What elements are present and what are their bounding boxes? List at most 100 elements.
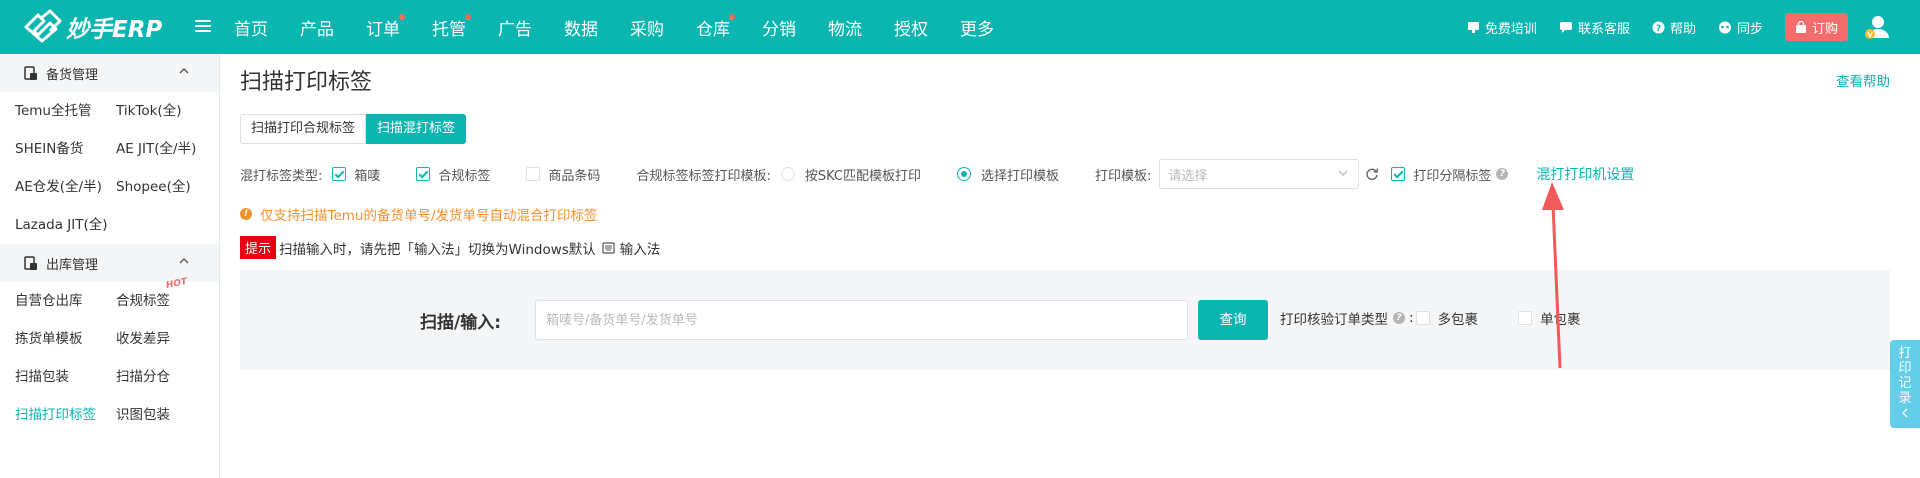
scan-input[interactable] — [535, 300, 1188, 340]
page-title: 扫描打印标签 — [240, 70, 373, 95]
sidebar-item-compliance-label[interactable]: 合规标签 HOT — [116, 277, 217, 320]
checkbox-single-package[interactable]: 单包裹 — [1518, 308, 1581, 328]
radio-match-by-skc[interactable]: 按SKC匹配模板打印 — [780, 165, 921, 184]
sidebar-item-receipt-difference[interactable]: 收发差异 — [116, 320, 217, 358]
mixed-printer-settings-link[interactable]: 混打打印机设置 — [1536, 164, 1634, 184]
nav-item-ads[interactable]: 广告 — [498, 15, 532, 40]
notification-dot — [399, 13, 405, 20]
nav-item-warehouse[interactable]: 仓库 — [696, 13, 735, 40]
sync-icon — [1718, 21, 1731, 33]
sidebar-item-image-packing[interactable]: 识图包装 — [116, 396, 217, 434]
print-options-row: 混打标签类型: 箱唛 合规标签 商品条码 合规标签标签打印模板: 按SKC匹配模… — [240, 157, 1634, 191]
sync-link[interactable]: 同步 — [1718, 18, 1763, 37]
main-content: 扫描打印标签 查看帮助 扫描打印合规标签 扫描混打标签 混打标签类型: 箱唛 合… — [220, 54, 1920, 478]
sidebar-group-title: 出库管理 — [46, 257, 99, 273]
query-button[interactable]: 查询 — [1198, 300, 1268, 340]
checkbox-icon — [332, 167, 347, 181]
sidebar-item-self-warehouse-outbound[interactable]: 自营仓出库 — [15, 282, 116, 320]
header-toolbar: 免费培训 联系客服 ? 帮助 同步 订购 V — [1467, 0, 1920, 54]
nav-item-orders[interactable]: 订单 — [366, 13, 405, 40]
nav-item-home[interactable]: 首页 — [234, 15, 268, 40]
sidebar-item-shopee[interactable]: Shopee(全) — [116, 168, 217, 206]
chat-icon — [1559, 21, 1572, 33]
logo[interactable]: 妙手ERP — [20, 9, 162, 45]
sidebar-item-shein[interactable]: SHEIN备货 — [15, 130, 116, 168]
checkbox-icon — [1391, 167, 1406, 181]
verify-order-type: 打印核验订单类型 ? : 多包裹 单包裹 — [1280, 308, 1581, 328]
sidebar-item-scan-sorting[interactable]: 扫描分仓 — [116, 358, 217, 396]
checkbox-compliance-label[interactable]: 合规标签 — [416, 165, 490, 184]
sidebar-item-picking-template[interactable]: 拣货单模板 — [15, 320, 116, 358]
tab-scan-mixed-label[interactable]: 扫描混打标签 — [366, 114, 467, 144]
sidebar-item-scan-print-label[interactable]: 扫描打印标签 — [15, 396, 116, 434]
user-avatar-icon: V — [1865, 16, 1889, 39]
tab-scan-print-compliance-label[interactable]: 扫描打印合规标签 — [240, 114, 367, 144]
print-template-label: 打印模板: — [1095, 168, 1152, 184]
chevron-up-icon — [179, 68, 189, 74]
radio-select-template[interactable]: 选择打印模板 — [956, 165, 1059, 184]
question-icon[interactable]: ? — [1393, 312, 1405, 324]
top-navbar: 妙手ERP 首页 产品 订单 托管 广告 数据 采购 仓库 分销 物流 授权 更… — [0, 0, 1920, 54]
nav-item-products[interactable]: 产品 — [300, 15, 334, 40]
help-link[interactable]: ? 帮助 — [1652, 18, 1696, 37]
sidebar-item-temu[interactable]: Temu全托管 — [15, 92, 116, 130]
checkbox-carton-mark[interactable]: 箱唛 — [332, 165, 380, 184]
shopping-bag-icon — [1795, 20, 1806, 33]
chevron-left-icon — [1902, 408, 1908, 418]
order-button[interactable]: 订购 — [1784, 13, 1848, 41]
training-link[interactable]: 免费培训 — [1467, 18, 1537, 37]
document-lock-icon — [24, 65, 37, 80]
sidebar-item-ae-jit[interactable]: AE JIT(全/半) — [116, 130, 217, 168]
sidebar-item-lazada[interactable]: Lazada JIT(全) — [15, 206, 116, 244]
label-type-label: 混打标签类型: — [240, 168, 323, 184]
tip-badge: 提示 — [240, 236, 277, 259]
menu-toggle-icon[interactable] — [195, 17, 211, 35]
checkbox-print-separator[interactable]: 打印分隔标签? — [1391, 165, 1509, 184]
logo-icon — [24, 9, 62, 43]
main-nav: 首页 产品 订单 托管 广告 数据 采购 仓库 分销 物流 授权 更多 — [234, 0, 1026, 54]
sidebar-group-title: 备货管理 — [46, 67, 99, 83]
logo-text: 妙手ERP — [66, 17, 163, 43]
checkbox-product-barcode[interactable]: 商品条码 — [526, 165, 600, 184]
template-mode-label: 合规标签标签打印模板: — [636, 168, 771, 184]
sidebar: 备货管理 Temu全托管 TikTok(全) SHEIN备货 AE JIT(全/… — [0, 54, 220, 478]
label-tabs: 扫描打印合规标签 扫描混打标签 — [240, 114, 467, 144]
sidebar-item-tiktok[interactable]: TikTok(全) — [116, 92, 217, 130]
checkbox-icon — [1415, 311, 1430, 325]
checkbox-icon — [1518, 311, 1533, 325]
sidebar-item-scan-packing[interactable]: 扫描包装 — [15, 358, 116, 396]
keyboard-icon — [602, 241, 615, 254]
view-help-link[interactable]: 查看帮助 — [1836, 70, 1890, 90]
chevron-down-icon — [1338, 170, 1348, 176]
notice-message: ! 仅支持扫描Temu的备货单号/发货单号自动混合打印标签 — [240, 204, 598, 224]
nav-item-logistics[interactable]: 物流 — [828, 15, 862, 40]
nav-item-distribution[interactable]: 分销 — [762, 15, 796, 40]
refresh-icon[interactable] — [1365, 167, 1379, 181]
notification-dot — [465, 13, 471, 20]
nav-item-hosting[interactable]: 托管 — [432, 13, 471, 40]
sidebar-item-ae-warehouse[interactable]: AE仓发(全/半) — [15, 168, 116, 206]
warning-icon: ! — [240, 208, 252, 220]
sidebar-group-stocking[interactable]: 备货管理 — [0, 54, 219, 92]
nav-item-more[interactable]: 更多 — [960, 15, 994, 40]
print-template-select[interactable]: 请选择 — [1159, 159, 1360, 189]
sidebar-group-outbound-items: 自营仓出库 合规标签 HOT 拣货单模板 收发差异 扫描包装 扫描分仓 扫描打印标… — [0, 277, 219, 434]
question-icon[interactable]: ? — [1496, 168, 1509, 180]
user-avatar[interactable]: V — [1862, 12, 1892, 42]
nav-item-authorization[interactable]: 授权 — [894, 15, 928, 40]
checkbox-icon — [526, 167, 541, 181]
svg-text:V: V — [1867, 31, 1873, 39]
sidebar-group-stocking-items: Temu全托管 TikTok(全) SHEIN备货 AE JIT(全/半) AE… — [0, 92, 219, 244]
print-record-tab[interactable]: 打印记录 — [1890, 340, 1920, 428]
training-icon — [1467, 21, 1479, 33]
checkbox-multi-package[interactable]: 多包裹 — [1415, 308, 1478, 328]
tip-message: 提示 扫描输入时，请先把「输入法」切换为Windows默认 输入法 — [240, 236, 660, 259]
customer-service-link[interactable]: 联系客服 — [1559, 18, 1630, 37]
nav-item-purchase[interactable]: 采购 — [630, 15, 664, 40]
question-icon: ? — [1652, 21, 1665, 34]
nav-item-data[interactable]: 数据 — [564, 15, 598, 40]
checkbox-icon — [416, 167, 431, 181]
notification-dot — [729, 13, 735, 20]
svg-text:?: ? — [1656, 24, 1661, 34]
scan-panel: 扫描/输入: 查询 打印核验订单类型 ? : 多包裹 单包裹 — [240, 270, 1890, 370]
